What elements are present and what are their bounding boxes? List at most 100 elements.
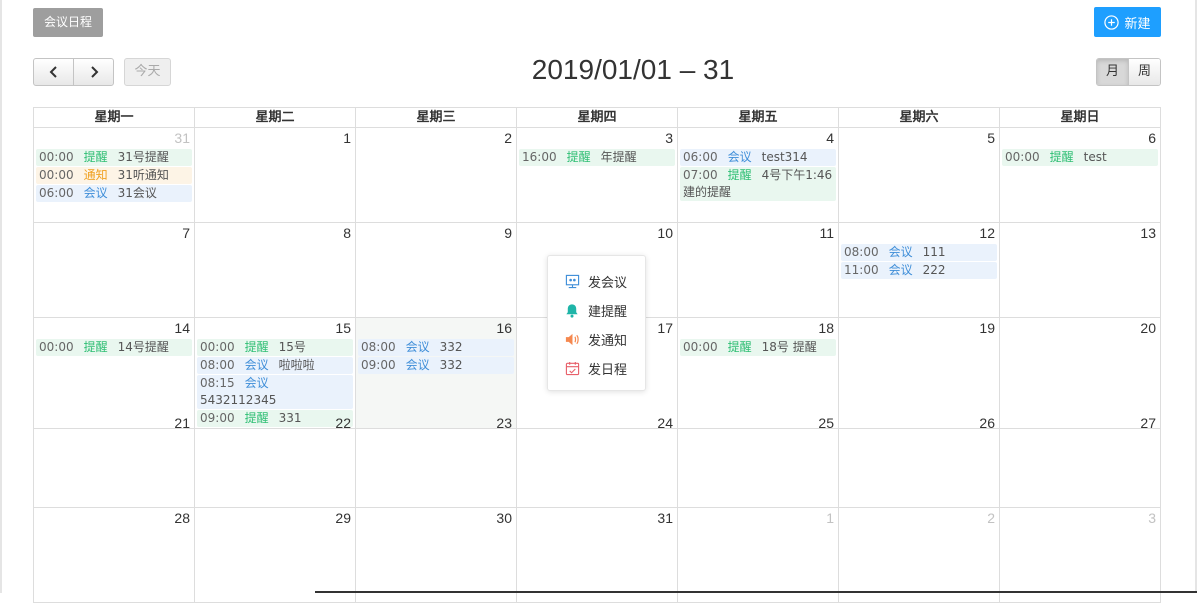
- menu-item-create-reminder[interactable]: 建提醒: [548, 296, 645, 325]
- event-title: 31听通知: [117, 168, 169, 182]
- day-number: 10: [657, 225, 673, 241]
- day-cell[interactable]: 11: [678, 223, 839, 318]
- plus-circle-icon: [1104, 14, 1120, 30]
- day-cell[interactable]: 23: [356, 413, 517, 508]
- day-number: 19: [979, 320, 995, 336]
- calendar-event[interactable]: 07:00 提醒 4号下午1:46建的提醒: [680, 167, 836, 201]
- event-type: 提醒: [566, 150, 591, 164]
- weekday-header-cell: 星期一: [34, 108, 195, 128]
- calendar-event[interactable]: 08:00 会议 啦啦啦: [197, 357, 353, 374]
- calendar-event[interactable]: 08:00 会议 332: [358, 339, 514, 356]
- day-number: 1: [826, 510, 834, 526]
- calendar-event[interactable]: 00:00 提醒 test: [1002, 149, 1158, 166]
- day-cell[interactable]: 30: [356, 508, 517, 603]
- day-cell[interactable]: 27: [1000, 413, 1161, 508]
- menu-item-send-schedule[interactable]: 发日程: [548, 354, 645, 383]
- calendar-event[interactable]: 16:00 提醒 年提醒: [519, 149, 675, 166]
- day-cell[interactable]: 21: [34, 413, 195, 508]
- day-cell[interactable]: 7: [34, 223, 195, 318]
- menu-item-send-notice[interactable]: 发通知: [548, 325, 645, 354]
- day-number: 15: [335, 320, 351, 336]
- weekday-header: 星期一 星期二 星期三 星期四 星期五 星期六 星期日: [33, 107, 1161, 128]
- month-view-button[interactable]: 月: [1097, 59, 1128, 85]
- calendar-title: 2019/01/01 – 31: [531, 54, 735, 85]
- event-time: 08:00: [200, 358, 235, 372]
- day-number: 6: [1148, 130, 1156, 146]
- day-cell[interactable]: 25: [678, 413, 839, 508]
- meeting-schedule-tab[interactable]: 会议日程: [33, 8, 103, 37]
- event-title: 332: [439, 358, 463, 372]
- event-title: 15号: [278, 340, 306, 354]
- event-title: test314: [761, 150, 808, 164]
- day-number: 7: [182, 225, 190, 241]
- day-cell[interactable]: 6 00:00 提醒 test: [1000, 128, 1161, 223]
- day-cell[interactable]: 1: [195, 128, 356, 223]
- calendar-event[interactable]: 06:00 会议 31会议: [36, 185, 192, 202]
- event-time: 06:00: [683, 150, 718, 164]
- quick-create-menu: 发会议 建提醒 发通知 发日程: [547, 255, 646, 391]
- week-row: 28 29 30 31 1 2 3: [33, 508, 1161, 603]
- day-cell[interactable]: 29: [195, 508, 356, 603]
- event-type: 提醒: [727, 168, 752, 182]
- day-number: 4: [826, 130, 834, 146]
- calendar-event[interactable]: 00:00 提醒 31号提醒: [36, 149, 192, 166]
- event-type: 会议: [888, 263, 913, 277]
- new-button[interactable]: 新建: [1094, 7, 1161, 37]
- weekday-header-cell: 星期三: [356, 108, 517, 128]
- calendar-event[interactable]: 08:15 会议 5432112345: [197, 375, 353, 409]
- day-number: 12: [979, 225, 995, 241]
- day-cell[interactable]: 24: [517, 413, 678, 508]
- week-row: 21 22 23 24 25 26 27: [33, 413, 1161, 508]
- event-type: 会议: [405, 358, 430, 372]
- chevron-right-icon: [90, 66, 98, 78]
- event-time: 00:00: [683, 340, 718, 354]
- calendar-event[interactable]: 11:00 会议 222: [841, 262, 997, 279]
- week-view-button[interactable]: 周: [1128, 59, 1160, 85]
- event-title: 5432112345: [200, 393, 277, 407]
- event-type: 提醒: [83, 340, 108, 354]
- day-cell[interactable]: 31: [517, 508, 678, 603]
- day-number: 17: [657, 320, 673, 336]
- calendar-event[interactable]: 00:00 提醒 14号提醒: [36, 339, 192, 356]
- day-number: 14: [174, 320, 190, 336]
- event-time: 08:15: [200, 376, 235, 390]
- day-number: 21: [174, 415, 190, 431]
- day-number: 31: [174, 130, 190, 146]
- week-row: 31 00:00 提醒 31号提醒 00:00 通知 31听通知 06:00 会议 31会议 1 2 3…: [33, 128, 1161, 223]
- day-cell[interactable]: 2: [356, 128, 517, 223]
- event-title: 111: [922, 245, 946, 259]
- next-button[interactable]: [73, 59, 113, 85]
- calendar-event[interactable]: 09:00 会议 332: [358, 357, 514, 374]
- day-cell[interactable]: 12 08:00 会议 111 11:00 会议 222: [839, 223, 1000, 318]
- day-cell[interactable]: 3: [1000, 508, 1161, 603]
- calendar-event[interactable]: 00:00 提醒 15号: [197, 339, 353, 356]
- calendar-event[interactable]: 00:00 通知 31听通知: [36, 167, 192, 184]
- day-cell[interactable]: 13: [1000, 223, 1161, 318]
- calendar-event[interactable]: 06:00 会议 test314: [680, 149, 836, 166]
- menu-item-label: 发会议: [588, 276, 628, 291]
- day-cell[interactable]: 1: [678, 508, 839, 603]
- day-cell[interactable]: 22: [195, 413, 356, 508]
- day-cell[interactable]: 5: [839, 128, 1000, 223]
- today-button[interactable]: 今天: [124, 58, 171, 86]
- day-cell[interactable]: 26: [839, 413, 1000, 508]
- day-cell[interactable]: 28: [34, 508, 195, 603]
- day-cell[interactable]: 2: [839, 508, 1000, 603]
- calendar-event[interactable]: 00:00 提醒 18号 提醒: [680, 339, 836, 356]
- day-cell[interactable]: 31 00:00 提醒 31号提醒 00:00 通知 31听通知 06:00 会议 31会议: [34, 128, 195, 223]
- day-cell[interactable]: 3 16:00 提醒 年提醒: [517, 128, 678, 223]
- calendar-event[interactable]: 08:00 会议 111: [841, 244, 997, 261]
- speaker-icon: [564, 332, 580, 348]
- day-cell[interactable]: 4 06:00 会议 test314 07:00 提醒 4号下午1:46建的提醒: [678, 128, 839, 223]
- calendar-icon: [564, 361, 580, 377]
- day-number: 18: [818, 320, 834, 336]
- day-cell[interactable]: 9: [356, 223, 517, 318]
- day-number: 24: [657, 415, 673, 431]
- event-time: 08:00: [844, 245, 879, 259]
- prev-button[interactable]: [34, 59, 73, 85]
- event-time: 07:00: [683, 168, 718, 182]
- day-cell[interactable]: 8: [195, 223, 356, 318]
- event-time: 00:00: [39, 168, 74, 182]
- event-time: 08:00: [361, 340, 396, 354]
- menu-item-send-meeting[interactable]: 发会议: [548, 267, 645, 296]
